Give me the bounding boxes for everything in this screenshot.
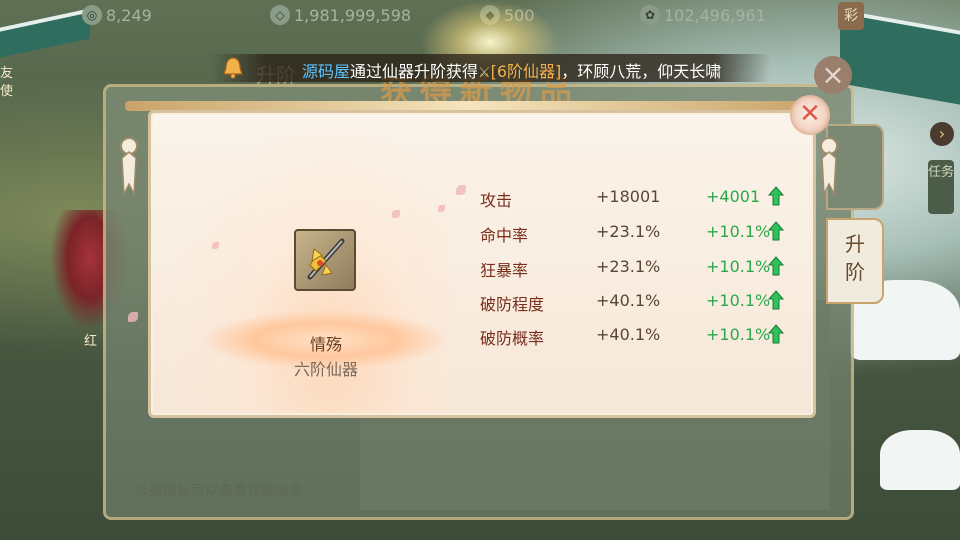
hint-text: 长按图标可以查看详细信息 (135, 483, 303, 499)
menu-button[interactable]: 彩 (838, 2, 864, 30)
sword-icon: ⚔ (478, 65, 491, 81)
petal-decoration (212, 242, 219, 249)
petal-decoration (128, 312, 138, 322)
bell-icon (223, 57, 243, 79)
chevron-right-icon[interactable]: › (930, 122, 954, 146)
ribbon-left-icon (120, 137, 138, 196)
stat-name: 破防程度 (480, 295, 545, 314)
stat-row: 狂暴率 +23.1% +10.1% (480, 256, 800, 281)
item-name: 情殇 (309, 335, 342, 354)
stat-increase: +10.1% (706, 291, 771, 310)
currency-silver: ◇ 1,981,999,598 (270, 4, 411, 26)
announcement-text-after: ，环顾八荒，仰天长啸 (561, 62, 722, 81)
petal-decoration (392, 210, 400, 218)
arrow-up-icon (768, 186, 784, 206)
petal-decoration (438, 205, 445, 212)
ribbon-right-icon (820, 137, 838, 196)
stat-increase: +10.1% (706, 325, 771, 344)
announcement-text: 源码屋通过仙器升阶获得⚔[6阶仙器]，环顾八荒，仰天长啸 (302, 58, 721, 82)
arrow-up-icon (768, 221, 784, 241)
left-label-bottom: 使 (0, 84, 14, 99)
item-slot[interactable] (294, 229, 356, 291)
stat-row: 破防概率 +40.1% +10.1% (480, 324, 800, 349)
stat-row: 命中率 +23.1% +10.1% (480, 221, 800, 246)
item-link[interactable]: [6阶仙器] (491, 62, 562, 81)
currency-jade: ◎ 8,249 (82, 4, 152, 26)
currency-value: 102,496,961 (664, 5, 766, 25)
currency-value: 8,249 (106, 5, 152, 25)
stat-value: +18001 (596, 187, 661, 206)
stat-name: 狂暴率 (480, 261, 529, 280)
stat-row: 破防程度 +40.1% +10.1% (480, 290, 800, 315)
stat-increase: +10.1% (706, 257, 771, 276)
tab-upgrade-label: 升阶 (845, 232, 865, 284)
petal-decoration (456, 185, 466, 195)
tab-upgrade[interactable]: 升阶 (826, 218, 884, 304)
stat-value: +23.1% (596, 222, 661, 241)
announcement-text-before: 通过仙器升阶获得 (350, 62, 479, 81)
currency-spirit: ✿ 102,496,961 (640, 4, 766, 26)
announcement-banner: 源码屋通过仙器升阶获得⚔[6阶仙器]，环顾八荒，仰天长啸 (210, 54, 770, 82)
stat-value: +23.1% (596, 257, 661, 276)
arrow-up-icon (768, 324, 784, 344)
silver-ingot-icon: ◇ (270, 5, 290, 25)
stat-increase: +10.1% (706, 222, 771, 241)
stat-name: 破防概率 (480, 329, 545, 348)
stat-value: +40.1% (596, 291, 661, 310)
left-label-top: 友 (0, 66, 14, 81)
arrow-up-icon (768, 290, 784, 310)
stat-row: 攻击 +18001 +4001 (480, 186, 800, 211)
player-name-link[interactable]: 源码屋 (302, 62, 350, 81)
stat-increase: +4001 (706, 187, 761, 206)
currency-value: 1,981,999,598 (294, 5, 412, 25)
stat-name: 命中率 (480, 226, 529, 245)
item-grade: 六阶仙器 (293, 360, 358, 379)
snow-mound (880, 430, 960, 490)
golden-sword-icon (307, 238, 345, 280)
close-button[interactable]: ✕ (790, 95, 830, 135)
jade-coin-icon: ◎ (82, 5, 102, 25)
arrow-up-icon (768, 256, 784, 276)
task-tab[interactable]: 任务 (928, 160, 954, 214)
character-name-label: 红 (84, 334, 98, 349)
background-close-icon[interactable]: × (814, 56, 852, 94)
stat-name: 攻击 (480, 191, 513, 210)
spirit-coin-icon: ✿ (640, 5, 660, 25)
stat-value: +40.1% (596, 325, 661, 344)
close-icon: ✕ (799, 99, 821, 129)
